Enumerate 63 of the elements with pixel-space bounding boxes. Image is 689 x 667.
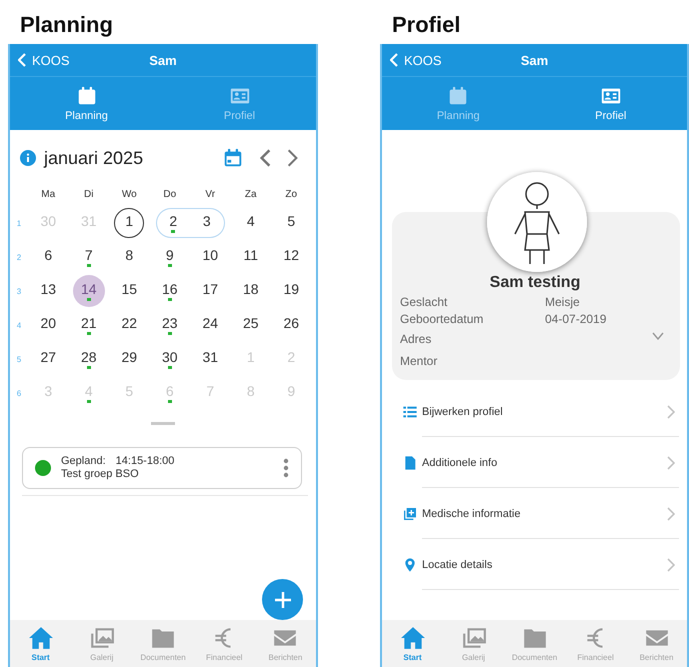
event-time: Gepland: 14:15-18:00 [61, 455, 176, 468]
week-number: 3 [16, 286, 22, 298]
day-cell[interactable]: 23 [154, 310, 185, 340]
day-cell[interactable]: 26 [276, 310, 306, 340]
section-heading: Profiel [391, 11, 462, 38]
day-cell[interactable]: 3 [190, 208, 224, 238]
day-cell[interactable]: 28 [74, 344, 104, 374]
day-cell[interactable]: 8 [114, 242, 144, 272]
day-cell[interactable]: 6 [33, 242, 64, 272]
week-number: 4 [16, 320, 22, 332]
month-title: januari 2025 [44, 148, 144, 168]
weekday-label: Zo [284, 188, 298, 202]
day-cell[interactable]: 25 [236, 310, 266, 340]
weekday-label: Di [83, 188, 94, 202]
event-card[interactable]: Gepland: 14:15-18:00 Test groep BSO [22, 447, 302, 489]
week-number: 2 [16, 252, 22, 264]
day-cell[interactable]: 18 [236, 276, 266, 306]
menu-item[interactable]: Locatie details [382, 539, 687, 590]
field-label: Geboortedatum [400, 311, 484, 328]
day-cell[interactable]: 4 [236, 208, 266, 238]
weekday-label: Vr [204, 188, 216, 202]
screen-title: Sam [520, 52, 548, 68]
weekday-label: Wo [120, 188, 138, 202]
day-cell[interactable]: 12 [276, 242, 306, 272]
day-cell[interactable]: 1 [114, 208, 144, 238]
day-cell[interactable]: 30 [154, 344, 185, 374]
weekday-label: Ma [40, 188, 56, 202]
day-cell[interactable]: 15 [114, 276, 144, 306]
section-heading: Planning [19, 11, 114, 38]
day-cell[interactable]: 14 [72, 275, 105, 307]
day-cell[interactable]: 29 [114, 344, 144, 374]
week-number: 1 [16, 218, 22, 230]
day-cell[interactable]: 22 [114, 310, 144, 340]
day-cell[interactable]: 9 [154, 242, 185, 272]
menu-item[interactable]: Additionele info [382, 437, 687, 488]
day-cell[interactable]: 16 [154, 276, 185, 306]
menu-item[interactable]: Medische informatie [382, 488, 687, 539]
day-cell[interactable]: 5 [276, 208, 306, 238]
field-label: Geslacht [400, 294, 448, 311]
day-cell[interactable]: 27 [33, 344, 64, 374]
day-cell[interactable]: 11 [236, 242, 266, 272]
screen-title: Sam [149, 52, 177, 68]
day-cell[interactable]: 20 [33, 310, 64, 340]
day-cell[interactable]: 17 [195, 276, 226, 306]
day-cell[interactable]: 2 [156, 208, 190, 238]
menu-item[interactable]: Bijwerken profiel [382, 386, 687, 437]
field-value: 04-07-2019 [545, 311, 606, 328]
profile-name: Sam testing [488, 274, 582, 293]
day-cell[interactable]: 10 [195, 242, 226, 272]
weekday-label: Za [244, 188, 258, 202]
weekday-label: Do [162, 188, 178, 202]
field-value: Meisje [545, 294, 580, 311]
day-cell[interactable]: 19 [276, 276, 306, 306]
day-cell[interactable]: 7 [74, 242, 104, 272]
field-label: Mentor [400, 353, 438, 370]
day-cell[interactable]: 21 [74, 310, 104, 340]
week-number: 6 [16, 388, 22, 400]
day-cell[interactable]: 31 [195, 344, 226, 374]
event-group: Test groep BSO [61, 468, 273, 481]
field-label: Adres [400, 331, 432, 348]
week-number: 5 [16, 354, 22, 366]
day-cell[interactable]: 13 [33, 276, 64, 306]
day-cell[interactable]: 24 [195, 310, 226, 340]
